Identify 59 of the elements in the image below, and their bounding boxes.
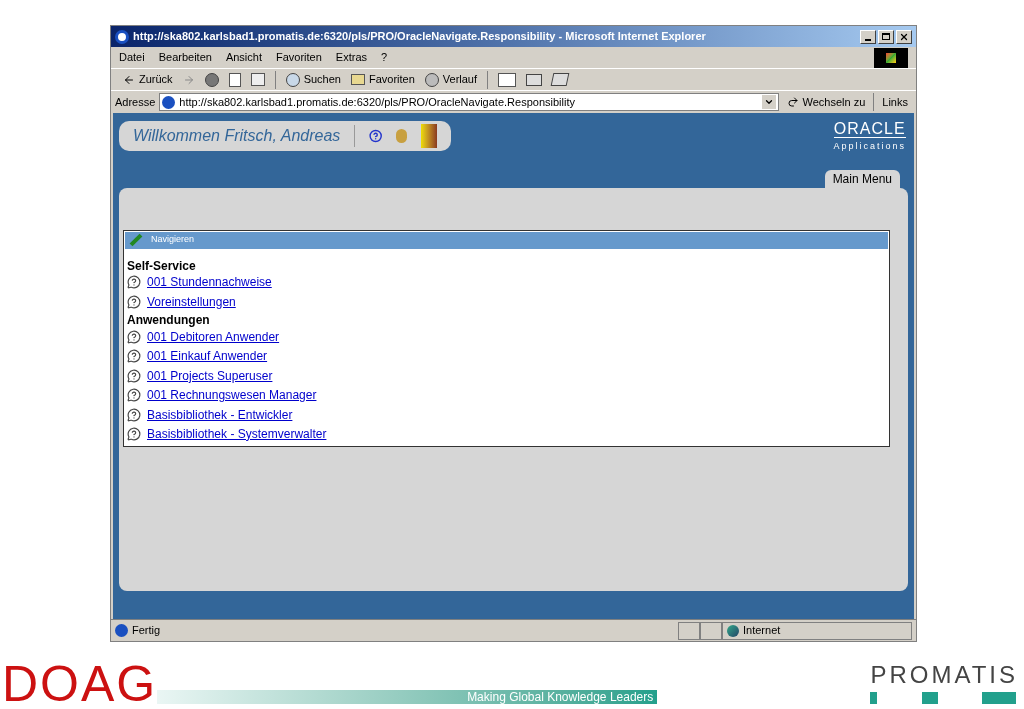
tagline-bar: Making Global Knowledge Leaders: [157, 690, 658, 704]
folder-icon: [350, 74, 365, 85]
menu-item[interactable]: Extras: [335, 49, 368, 66]
maximize-button[interactable]: [878, 29, 894, 44]
main-menu-tab[interactable]: Main Menu: [824, 169, 900, 188]
menu-link[interactable]: 001 Rechnungswesen Manager: [147, 386, 317, 405]
links-button[interactable]: Links: [878, 93, 912, 111]
menu-item[interactable]: Datei: [119, 49, 145, 66]
menu-link[interactable]: 001 Projects Superuser: [147, 366, 273, 385]
minimize-button[interactable]: [860, 29, 876, 44]
help-bubble-icon: [127, 407, 141, 422]
help-bubble-icon: [127, 349, 141, 364]
left-arrow-icon: [123, 73, 135, 86]
menu-link[interactable]: Voreinstellungen: [147, 292, 236, 311]
address-field[interactable]: http://ska802.karlsbad1.promatis.de:6320/pls/PRO/OracleNavigate.Responsibility: [159, 93, 779, 111]
status-text: Fertig: [132, 623, 161, 639]
back-button[interactable]: Zurück: [119, 71, 177, 88]
help-bubble-icon: [127, 426, 141, 441]
window-title: http://ska802.karlsbad1.promatis.de:6320/pls/PRO/OracleNavigate.Responsibility - Microsoft Internet Explorer: [133, 29, 706, 45]
menu-link[interactable]: Basisbibliothek - Entwickler: [147, 405, 293, 424]
close-button[interactable]: [896, 29, 912, 44]
search-button[interactable]: Suchen: [281, 71, 345, 88]
promatis-logo: PROMATIS: [870, 662, 1018, 688]
go-button[interactable]: Wechseln zu: [782, 93, 870, 111]
welcome-text: Willkommen Fritsch, Andreas: [133, 126, 341, 146]
history-button[interactable]: Verlauf: [420, 71, 482, 88]
curved-arrow-icon: [786, 96, 799, 108]
favorites-button[interactable]: Favoriten: [346, 71, 419, 88]
zone-panel: Internet: [722, 621, 912, 640]
browser-icon: [115, 29, 129, 44]
oracle-logo: ORACLE: [833, 121, 906, 138]
help-bubble-icon: [127, 388, 141, 403]
dropdown-button[interactable]: [761, 95, 776, 109]
minimize-icon: [865, 38, 871, 41]
address-label: Adresse: [115, 94, 156, 110]
right-arrow-icon: [182, 73, 195, 86]
help-bubble-icon: [127, 294, 141, 309]
menu-link[interactable]: 001 Einkauf Anwender: [147, 347, 268, 366]
menu-link[interactable]: Basisbibliothek - Systemverwalter: [147, 424, 327, 443]
close-icon: [899, 31, 909, 42]
doag-logo: DOAG: [2, 662, 158, 706]
square-icon: [982, 692, 1016, 704]
help-bubble-icon: [127, 275, 141, 290]
help-bubble-icon: [127, 368, 141, 383]
square-icon: [921, 692, 938, 704]
navigation-title: Navigieren: [151, 233, 195, 247]
logo-subtitle: Applications: [833, 140, 906, 153]
menu-link[interactable]: 001 Debitoren Anwender: [147, 327, 280, 346]
section-heading: Anwendungen: [127, 312, 211, 328]
menu-link[interactable]: 001 Stundennachweise: [147, 273, 272, 292]
maximize-icon: [882, 33, 890, 40]
section-heading: Self-Service: [127, 257, 197, 273]
menu-item[interactable]: ?: [381, 49, 388, 66]
square-icon: [870, 692, 878, 704]
pencil-icon: [129, 233, 143, 247]
help-bubble-icon: [127, 329, 141, 344]
menu-item[interactable]: Ansicht: [225, 49, 262, 66]
menu-item[interactable]: Bearbeiten: [158, 49, 212, 66]
menu-item[interactable]: Favoriten: [276, 49, 322, 66]
